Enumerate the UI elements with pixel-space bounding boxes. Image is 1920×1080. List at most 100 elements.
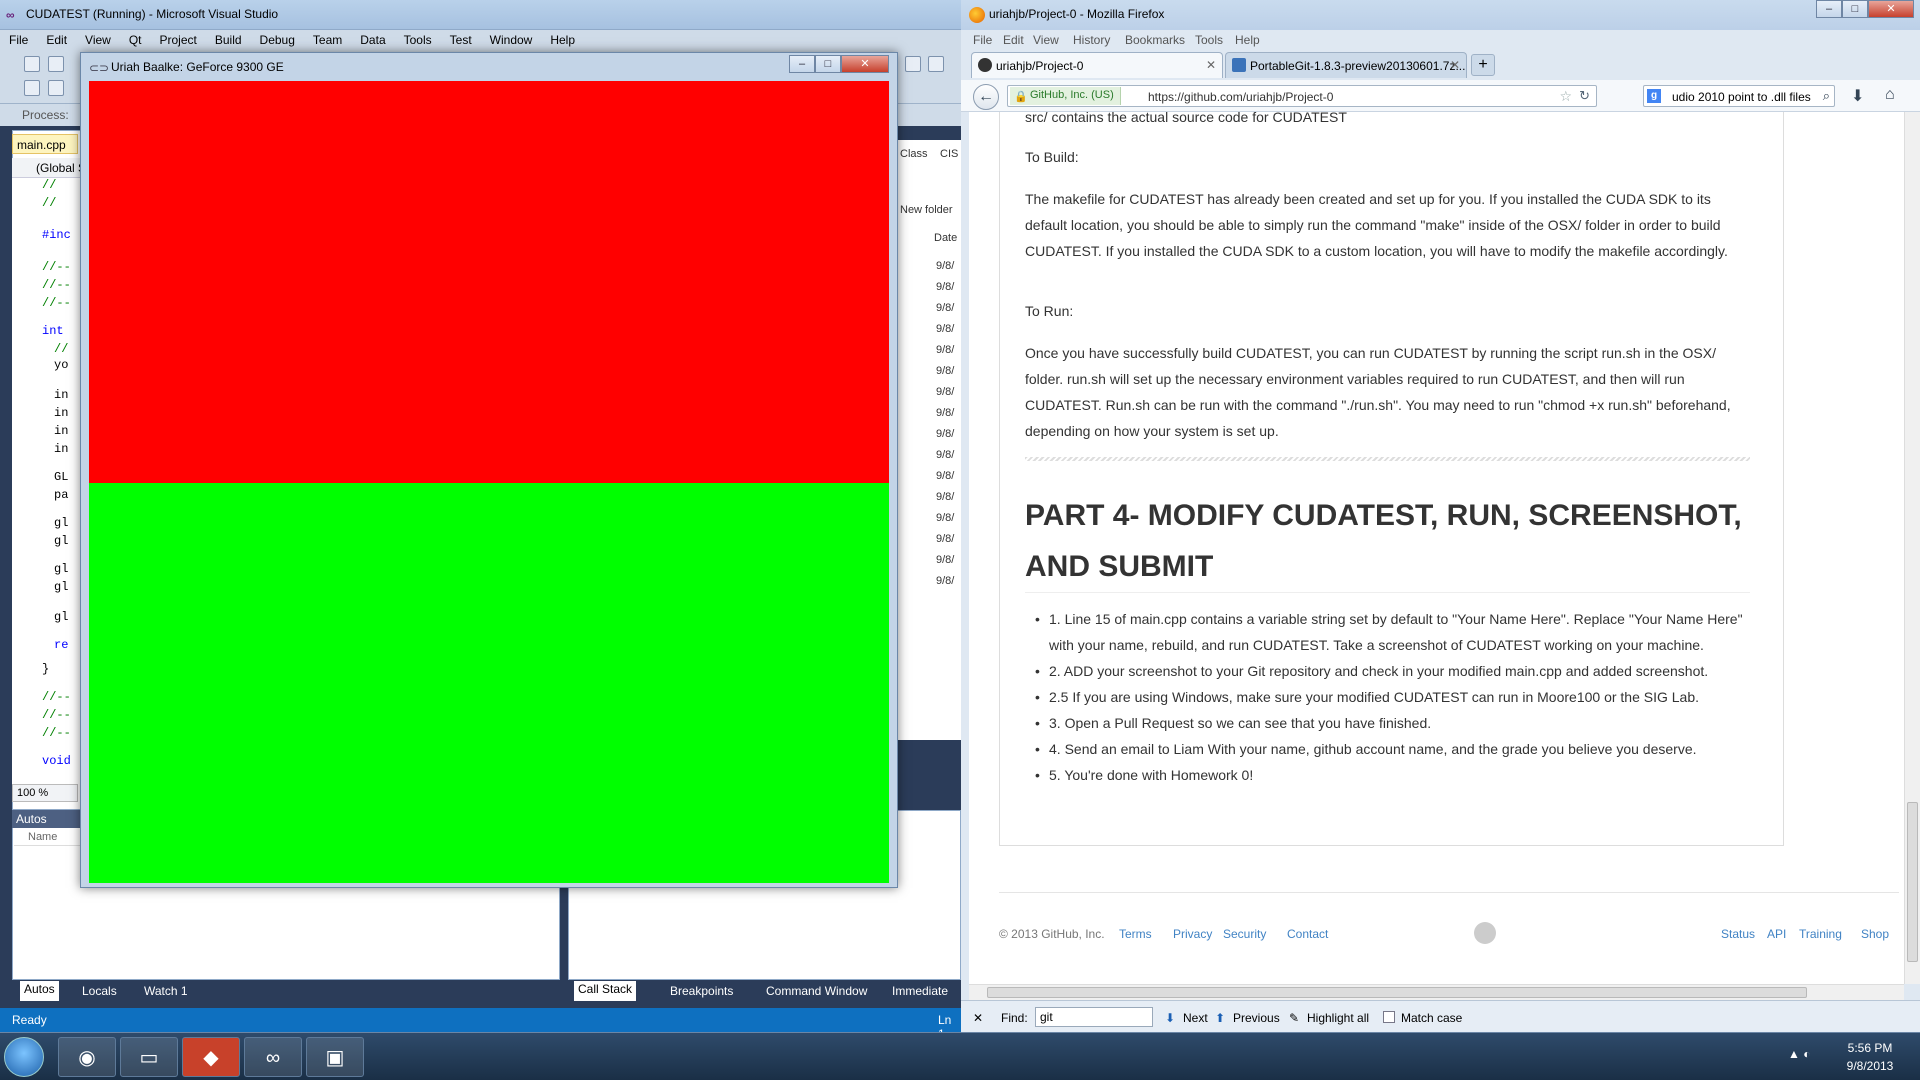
footer-link[interactable]: Status	[1721, 927, 1755, 941]
vs-titlebar[interactable]: ∞ CUDATEST (Running) - Microsoft Visual …	[0, 0, 961, 30]
new-folder-button[interactable]: New folder	[900, 204, 953, 216]
footer-link[interactable]: Privacy	[1173, 927, 1212, 941]
horizontal-scrollbar[interactable]	[969, 984, 1904, 1000]
tab-command-window[interactable]: Command Window	[766, 984, 867, 998]
find-next-button[interactable]: Next	[1183, 1011, 1208, 1025]
vs-menu-test[interactable]: Test	[441, 30, 481, 50]
new-tab-button[interactable]: +	[1471, 54, 1495, 76]
tab-close-icon[interactable]: ✕	[1206, 58, 1216, 72]
tab-call-stack[interactable]: Call Stack	[574, 981, 637, 1001]
find-previous-button[interactable]: Previous	[1233, 1011, 1280, 1025]
find-label: Find:	[1001, 1011, 1028, 1025]
solution-explorer-icon[interactable]	[905, 56, 921, 72]
find-input[interactable]: git	[1035, 1007, 1153, 1027]
reload-icon[interactable]: ↻	[1579, 88, 1590, 104]
footer-link[interactable]: Shop	[1861, 927, 1889, 941]
code-line: //--	[42, 690, 71, 704]
ff-menu-help[interactable]: Help	[1235, 33, 1260, 47]
breadcrumb-cis[interactable]: CIS	[940, 148, 958, 160]
system-clock[interactable]: 5:56 PM 9/8/2013	[1828, 1039, 1912, 1075]
vs-menu-team[interactable]: Team	[304, 30, 351, 50]
cudatest-title: Uriah Baalke: GeForce 9300 GE	[111, 60, 284, 74]
visual-studio-taskbar-icon[interactable]: ∞	[244, 1037, 302, 1077]
git-taskbar-icon[interactable]: ◆	[182, 1037, 240, 1077]
status-ready: Ready	[12, 1013, 47, 1027]
firefox-taskbar-icon[interactable]: ◉	[58, 1037, 116, 1077]
ff-titlebar[interactable]: uriahjb/Project-0 - Mozilla Firefox – □ …	[961, 0, 1920, 30]
vs-menu-tools[interactable]: Tools	[395, 30, 441, 50]
vs-menu-view[interactable]: View	[76, 30, 120, 50]
tab-locals[interactable]: Locals	[82, 984, 117, 998]
ff-minimize-icon[interactable]: –	[1816, 0, 1842, 18]
start-button[interactable]	[4, 1037, 44, 1077]
ff-close-icon[interactable]: ✕	[1868, 0, 1914, 18]
new-project-icon[interactable]	[24, 56, 40, 72]
vs-status-bar: Ready Ln 1	[0, 1008, 961, 1041]
tab-autos[interactable]: Autos	[20, 981, 59, 1001]
vs-menu-project[interactable]: Project	[151, 30, 206, 50]
footer-link[interactable]: Contact	[1287, 927, 1328, 941]
back-button[interactable]: ←	[973, 84, 999, 110]
downloads-icon[interactable]: ⬇	[1851, 86, 1864, 106]
vs-menu-build[interactable]: Build	[206, 30, 251, 50]
bookmark-star-icon[interactable]: ☆	[1559, 88, 1572, 105]
ff-menu-file[interactable]: File	[973, 33, 992, 47]
tab-immediate[interactable]: Immediate	[892, 984, 948, 998]
tab-breakpoints[interactable]: Breakpoints	[670, 984, 733, 998]
minimize-icon[interactable]: –	[789, 55, 815, 73]
breadcrumb-class[interactable]: Class	[900, 148, 928, 160]
ff-menu-history[interactable]: History	[1073, 33, 1110, 47]
vertical-scrollbar[interactable]	[1904, 112, 1920, 984]
hscroll-thumb[interactable]	[987, 987, 1807, 998]
footer-link[interactable]: Terms	[1119, 927, 1152, 941]
google-icon[interactable]: g	[1647, 89, 1661, 103]
firefox-logo-icon	[969, 7, 985, 23]
back-arrow-icon: ←	[978, 88, 994, 105]
zoom-dropdown[interactable]: 100 %	[12, 784, 78, 802]
footer-link[interactable]: Training	[1799, 927, 1842, 941]
ff-menu-bookmarks[interactable]: Bookmarks	[1125, 33, 1185, 47]
tab-project-0[interactable]: uriahjb/Project-0 ✕	[971, 52, 1223, 78]
ff-menu-edit[interactable]: Edit	[1003, 33, 1024, 47]
vscroll-thumb[interactable]	[1907, 802, 1918, 962]
ff-menu-tools[interactable]: Tools	[1195, 33, 1223, 47]
tab-portablegit[interactable]: PortableGit-1.8.3-preview20130601.7z... …	[1225, 52, 1467, 78]
properties-icon[interactable]	[928, 56, 944, 72]
tab-main-cpp[interactable]: main.cpp	[12, 134, 78, 154]
match-case-checkbox[interactable]	[1383, 1011, 1395, 1023]
find-close-icon[interactable]: ✕	[973, 1011, 983, 1025]
tab-close-icon[interactable]: ✕	[1450, 58, 1460, 72]
tab-watch-1[interactable]: Watch 1	[144, 984, 188, 998]
clock-date: 9/8/2013	[1846, 1059, 1894, 1073]
github-octocat-icon[interactable]	[1474, 922, 1496, 944]
windows-taskbar: ◉ ▭ ◆ ∞ ▣ ▲ ◐ 5:56 PM 9/8/2013	[0, 1032, 1920, 1080]
vs-menu-qt[interactable]: Qt	[120, 30, 151, 50]
vs-menu-help[interactable]: Help	[541, 30, 584, 50]
date-column-header[interactable]: Date	[934, 232, 957, 244]
tray-icons[interactable]: ▲ ◐	[1788, 1047, 1810, 1061]
open-file-icon[interactable]	[48, 56, 64, 72]
attach-icon[interactable]	[48, 80, 64, 96]
ff-menu-view[interactable]: View	[1033, 33, 1059, 47]
search-icon[interactable]: ⌕	[1823, 88, 1830, 104]
lock-icon: 🔒	[1014, 91, 1028, 103]
vs-menu-window[interactable]: Window	[481, 30, 542, 50]
close-icon[interactable]: ✕	[841, 55, 889, 73]
highlight-all-button[interactable]: Highlight all	[1307, 1011, 1369, 1025]
footer-link[interactable]: Security	[1223, 927, 1266, 941]
vs-menu-debug[interactable]: Debug	[251, 30, 304, 50]
footer-link[interactable]: API	[1767, 927, 1786, 941]
tab-label: uriahjb/Project-0	[996, 59, 1084, 73]
vs-menu-edit[interactable]: Edit	[37, 30, 76, 50]
maximize-icon[interactable]: □	[815, 55, 841, 73]
search-bar[interactable]: g udio 2010 point to .dll files ⌕	[1643, 85, 1835, 107]
explorer-taskbar-icon[interactable]: ▭	[120, 1037, 178, 1077]
url-bar[interactable]: GitHub, Inc. (US) 🔒 https://github.com/u…	[1007, 85, 1597, 107]
vs-menu-file[interactable]: File	[0, 30, 37, 50]
vs-menu-data[interactable]: Data	[351, 30, 394, 50]
debug-icon[interactable]	[24, 80, 40, 96]
page-content[interactable]: src/ contains the actual source code for…	[969, 112, 1904, 984]
home-icon[interactable]: ⌂	[1885, 86, 1895, 104]
cudatest-taskbar-icon[interactable]: ▣	[306, 1037, 364, 1077]
ff-maximize-icon[interactable]: □	[1842, 0, 1868, 18]
